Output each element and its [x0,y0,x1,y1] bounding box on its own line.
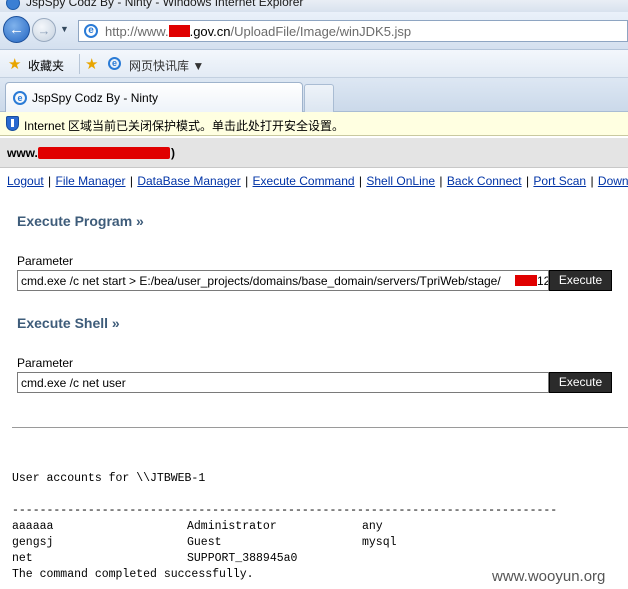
infobar-text: Internet 区域当前已关闭保护模式。单击此处打开安全设置。 [24,119,345,133]
menu-database-manager[interactable]: DataBase Manager [137,174,240,188]
favorites-star-icon[interactable]: ★ [8,55,21,73]
command-redaction [515,275,537,286]
host-redaction [38,147,170,159]
add-favorite-icon[interactable]: ★ [85,55,98,73]
menu-execute-command[interactable]: Execute Command [253,174,355,188]
favorites-button[interactable]: 收藏夹 [28,57,64,74]
menu-shell-online[interactable]: Shell OnLine [366,174,435,188]
forward-arrow-icon[interactable]: → [32,18,56,42]
window-title: JspSpy Codz By - Ninty - Windows Interne… [26,0,304,9]
url-field[interactable]: e http://www. .gov.cn/UploadFile/Image/wi… [78,20,628,42]
account-cell: Administrator [187,520,277,533]
menu-back-connect[interactable]: Back Connect [447,174,522,188]
url-path: /UploadFile/Image/winJDK5.jsp [230,24,412,39]
account-cell: mysql [362,536,397,549]
host-bar: www. ) [0,138,628,168]
menu-logout[interactable]: Logout [7,174,44,188]
url-domain: .gov.cn [189,24,231,39]
chevron-down-icon[interactable]: ▼ [192,59,204,73]
host-prefix: www. [7,146,38,160]
page-ie-icon: e [84,24,98,38]
output-divider: ----------------------------------------… [12,504,558,517]
shell-parameter-label: Parameter [17,356,74,370]
new-tab-button[interactable] [304,84,334,112]
execute-program-title: Execute Program » [17,213,144,229]
toolbar-divider [79,54,80,74]
divider [12,427,628,428]
redaction-mark [168,25,190,37]
tab-ie-icon: e [13,91,27,105]
shell-menu: Logout | File Manager | DataBase Manager… [7,174,628,188]
host-suffix: ) [171,146,175,160]
tab-strip: e JspSpy Codz By - Ninty [0,78,628,112]
web-slice-icon: e [108,57,121,70]
window-titlebar: JspSpy Codz By - Ninty - Windows Interne… [0,0,628,12]
favorites-bar: ★ 收藏夹 ★ e 网页快讯库 ▼ [0,50,628,78]
url-prefix: http://www. [105,24,169,39]
tab-label: JspSpy Codz By - Ninty [32,91,159,105]
menu-download-remote-file[interactable]: Download Remote File [598,174,628,188]
menu-file-manager[interactable]: File Manager [56,174,126,188]
tab-jspspy[interactable]: e JspSpy Codz By - Ninty [5,82,303,112]
account-cell: SUPPORT_388945a0 [187,552,298,565]
protected-mode-infobar[interactable]: Internet 区域当前已关闭保护模式。单击此处打开安全设置。 [0,112,628,136]
output-header: User accounts for \\JTBWEB-1 [12,472,206,485]
account-cell: any [362,520,383,533]
address-toolbar: ← → ▼ e http://www. .gov.cn/UploadFile/Im… [0,12,628,50]
execute-shell-button[interactable]: Execute [549,372,612,393]
execute-program-button[interactable]: Execute [549,270,612,291]
output-footer: The command completed successfully. [12,568,254,581]
history-dropdown-icon[interactable]: ▼ [60,24,69,34]
account-cell: net [12,552,33,565]
program-command-input[interactable] [17,270,549,291]
account-cell: Guest [187,536,222,549]
shell-command-input[interactable] [17,372,549,393]
back-arrow-icon[interactable]: ← [3,16,30,43]
account-cell: aaaaaa [12,520,54,533]
watermark: www.wooyun.org [492,568,606,585]
command-tail: 12 [537,274,548,288]
execute-shell-title: Execute Shell » [17,315,120,331]
account-cell: gengsj [12,536,54,549]
menu-port-scan[interactable]: Port Scan [533,174,586,188]
web-slice-gallery-link[interactable]: 网页快讯库 [129,59,189,73]
ie-logo-icon [6,0,20,10]
shield-icon [6,116,19,131]
program-parameter-label: Parameter [17,254,74,268]
